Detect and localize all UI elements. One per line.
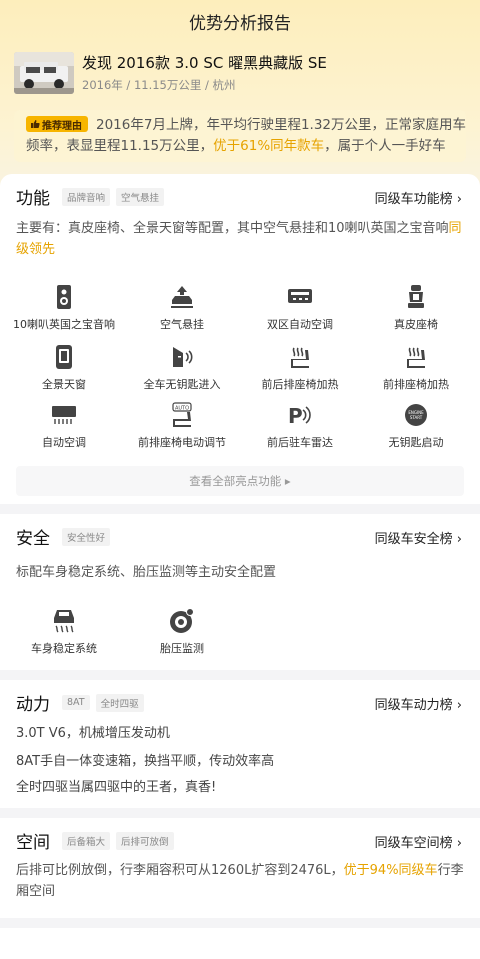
car-meta: 2016年 / 11.15万公里 / 杭州 [82, 78, 236, 92]
feature-item[interactable]: 前后排座椅加热 [240, 344, 360, 392]
auto-ac-icon [52, 406, 76, 424]
space-title: 空间 [16, 833, 50, 853]
space-desc: 后排可比例放倒，行李厢容积可从1260L扩容到2476L，优于94%同级车行李厢… [16, 863, 464, 899]
svg-text:START: START [410, 415, 423, 420]
car-thumbnail [14, 52, 74, 94]
feature-item[interactable]: 全景天窗 [4, 344, 124, 392]
reason-text: 2016年7月上牌，年平均行驶里程1.32万公里，正常家庭用车频率，表显里程11… [26, 117, 466, 154]
feature-item[interactable]: 空气悬挂 [122, 284, 242, 332]
feature-item[interactable]: 10喇叭英国之宝音响 [4, 284, 124, 332]
page-title: 优势分析报告 [189, 13, 291, 34]
keyless-entry-icon [173, 347, 193, 367]
svg-text:AUTO: AUTO [175, 406, 189, 412]
feature-item[interactable]: 真皮座椅 [356, 284, 476, 332]
speaker-icon [57, 285, 71, 309]
feature-item[interactable]: ENGINE START 无钥匙启动 [356, 402, 476, 450]
function-tag: 品牌音响 [62, 187, 111, 206]
feature-item[interactable]: AUTO 前排座椅电动调节 [122, 402, 242, 450]
recommend-reason: 2016年7月上牌，年平均行驶里程1.32万公里，正常家庭用车频率，表显里程11… [14, 110, 466, 162]
power-rank-link[interactable]: 同级车动力榜 › [375, 694, 462, 713]
parking-radar-icon: P [288, 404, 311, 428]
seat-heat-icon [291, 347, 309, 368]
safety-title: 安全 [16, 529, 50, 549]
space-card: 空间 后备箱大 后排可放倒 同级车空间榜 › 后排可比例放倒，行李厢容积可从12… [0, 818, 480, 918]
leather-seat-icon [408, 285, 424, 308]
power-line: 8AT手自一体变速箱，换挡平顺，传动效率高 [16, 754, 275, 769]
power-seat-icon: AUTO [172, 402, 192, 427]
power-card: 动力 8AT 全时四驱 同级车动力榜 › 3.0T V6，机械增压发动机 8AT… [0, 680, 480, 808]
bottom-spacer [0, 928, 480, 959]
car-name: 发现 2016款 3.0 SC 曜黑典藏版 SE [82, 54, 327, 72]
reason-highlight: 优于61%同年款车 [213, 138, 325, 154]
space-rank-link[interactable]: 同级车空间榜 › [375, 832, 462, 851]
feature-item[interactable]: 双区自动空调 [240, 284, 360, 332]
page-header: 优势分析报告 [0, 0, 480, 42]
power-tag: 8AT [62, 695, 90, 710]
safety-card: 安全 安全性好 同级车安全榜 › 标配车身稳定系统、胎压监测等主动安全配置 车身… [0, 514, 480, 670]
feature-item[interactable]: 车身稳定系统 [4, 608, 124, 656]
power-line: 3.0T V6，机械增压发动机 [16, 726, 170, 741]
svg-text:P: P [288, 404, 303, 428]
power-title: 动力 [16, 695, 50, 715]
feature-item[interactable]: 自动空调 [4, 402, 124, 450]
air-suspension-icon [171, 286, 193, 308]
feature-item[interactable]: 胎压监测 [122, 608, 242, 656]
feature-item[interactable]: 全车无钥匙进入 [122, 344, 242, 392]
car-summary[interactable]: 发现 2016款 3.0 SC 曜黑典藏版 SE 2016年 / 11.15万公… [14, 50, 466, 96]
safety-rank-link[interactable]: 同级车安全榜 › [375, 528, 462, 547]
function-tag: 空气悬挂 [116, 187, 165, 206]
recommend-badge: 推荐理由 [26, 116, 88, 132]
safety-tag: 安全性好 [62, 527, 111, 546]
function-desc: 主要有：真皮座椅、全景天窗等配置，其中空气悬挂和10喇叭英国之宝音响同级领先 [16, 221, 462, 257]
function-title: 功能 [16, 189, 50, 209]
climate-icon [288, 289, 312, 303]
space-header: 空间 后备箱大 后排可放倒 [16, 828, 174, 853]
function-rank-link[interactable]: 同级车功能榜 › [375, 188, 462, 207]
space-tag: 后排可放倒 [116, 831, 174, 850]
power-header: 动力 8AT 全时四驱 [16, 690, 144, 715]
view-all-features-button[interactable]: 查看全部亮点功能 ▸ [16, 466, 464, 496]
power-line: 全时四驱当属四驱中的王者，真香! [16, 780, 217, 795]
seat-heat-icon [407, 347, 425, 368]
safety-desc: 标配车身稳定系统、胎压监测等主动安全配置 [16, 565, 277, 580]
feature-item[interactable]: P 前后驻车雷达 [240, 402, 360, 450]
function-card: 功能 品牌音响 空气悬挂 同级车功能榜 › 主要有：真皮座椅、全景天窗等配置，其… [0, 174, 480, 504]
function-header: 功能 品牌音响 空气悬挂 [16, 184, 165, 209]
safety-header: 安全 安全性好 [16, 524, 111, 549]
feature-item[interactable]: 前排座椅加热 [356, 344, 476, 392]
sunroof-icon [56, 345, 72, 369]
start-button-icon: ENGINESTART [405, 404, 427, 426]
space-tag: 后备箱大 [62, 831, 111, 850]
tire-pressure-icon [170, 608, 194, 633]
power-tag: 全时四驱 [95, 693, 144, 712]
thumbs-up-icon [31, 120, 40, 128]
esp-icon [54, 610, 74, 633]
